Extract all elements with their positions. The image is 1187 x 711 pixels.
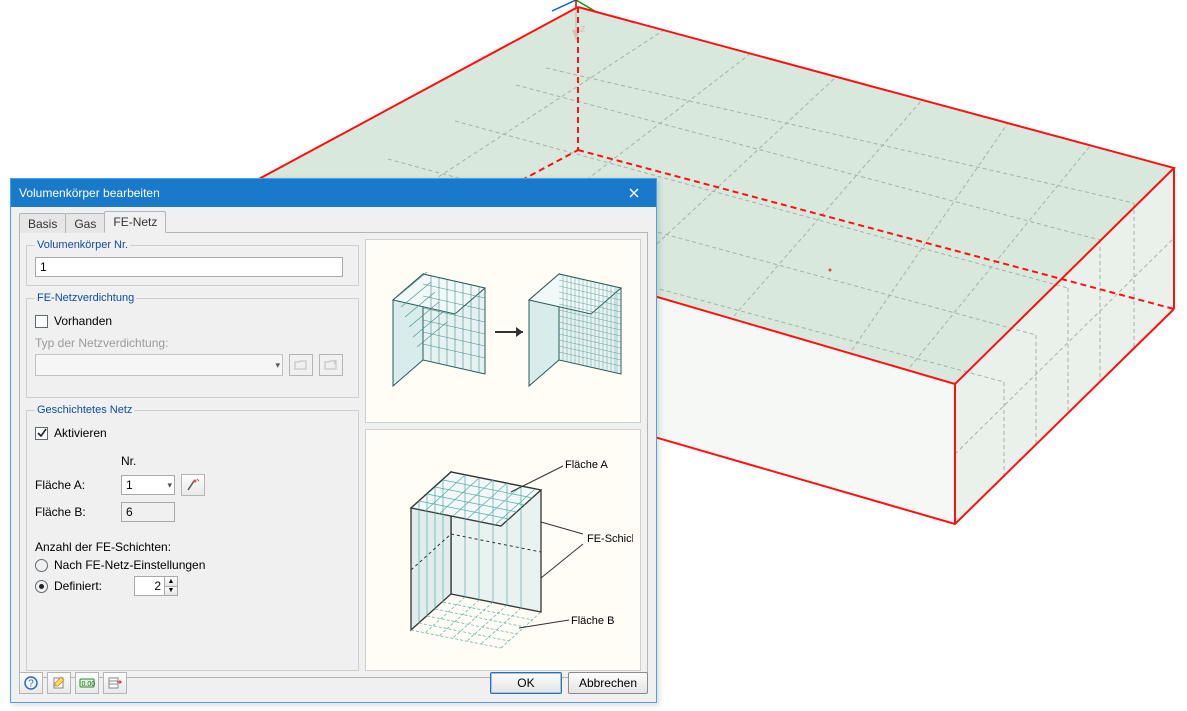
refinement-illustration-svg xyxy=(373,256,633,406)
face-b-label: Fläche B: xyxy=(35,505,121,519)
checkmark-icon xyxy=(37,428,47,438)
illustration-refinement xyxy=(365,239,641,423)
dialog-footer: ? 0.00 OK Abbrechen xyxy=(19,672,648,694)
help-button[interactable]: ? xyxy=(19,672,43,694)
note-edit-icon xyxy=(52,676,66,690)
folder-open-icon xyxy=(294,359,308,371)
layer-count-spinner[interactable]: ▲ ▼ xyxy=(134,576,178,596)
group-layered-mesh: Geschichtetes Netz Aktivieren Nr. Fläche… xyxy=(26,404,359,671)
units-icon: 0.00 xyxy=(79,676,95,690)
refinement-new-button xyxy=(319,354,343,376)
ok-button[interactable]: OK xyxy=(490,672,562,694)
group-solid-number-legend: Volumenkörper Nr. xyxy=(35,239,130,251)
export-table-icon xyxy=(108,676,122,690)
units-button[interactable]: 0.00 xyxy=(75,672,99,694)
tab-fe-netz[interactable]: FE-Netz xyxy=(104,211,166,233)
chevron-down-icon: ▾ xyxy=(275,360,280,371)
spinner-down-button[interactable]: ▼ xyxy=(164,586,178,597)
close-button[interactable] xyxy=(612,179,656,207)
tab-panel-fe-netz: Volumenkörper Nr. 1 FE-Netzverdichtung V… xyxy=(19,232,648,678)
face-a-select[interactable]: 1 ▾ xyxy=(121,475,175,495)
diagram-label-face-a: Fläche A xyxy=(565,459,608,471)
diagram-label-face-b: Fläche B xyxy=(571,615,614,627)
svg-text:0.00: 0.00 xyxy=(82,681,96,688)
chevron-down-icon: ▾ xyxy=(167,480,172,491)
refinement-open-button xyxy=(289,354,313,376)
dialog-titlebar[interactable]: Volumenkörper bearbeiten xyxy=(11,179,656,207)
help-icon: ? xyxy=(24,676,38,690)
illustration-layered: Fläche A FE-Schichten Fläche B xyxy=(365,429,641,671)
close-icon xyxy=(629,188,639,198)
radio-by-settings[interactable] xyxy=(35,559,48,572)
face-b-field: 6 xyxy=(121,502,175,522)
tab-bar: Basis Gas FE-Netz xyxy=(19,211,648,233)
diagram-label-fe-layers: FE-Schichten xyxy=(587,533,633,545)
dialog-title: Volumenkörper bearbeiten xyxy=(19,186,612,200)
group-mesh-refinement: FE-Netzverdichtung Vorhanden Typ der Net… xyxy=(26,292,359,398)
column-header-nr: Nr. xyxy=(121,454,175,468)
radio-by-settings-label: Nach FE-Netz-Einstellungen xyxy=(54,558,205,572)
folder-new-icon xyxy=(324,359,338,371)
note-button[interactable] xyxy=(47,672,71,694)
layer-count-input[interactable] xyxy=(134,576,164,596)
refinement-type-label: Typ der Netzverdichtung: xyxy=(35,336,350,350)
refinement-present-checkbox[interactable] xyxy=(35,315,48,328)
refinement-type-select: ▾ xyxy=(35,354,283,376)
spinner-up-button[interactable]: ▲ xyxy=(164,576,178,586)
edit-solid-dialog: Volumenkörper bearbeiten Basis Gas FE-Ne… xyxy=(10,178,657,703)
svg-text:?: ? xyxy=(28,679,34,690)
group-solid-number: Volumenkörper Nr. 1 xyxy=(26,239,359,286)
cancel-button[interactable]: Abbrechen xyxy=(568,672,648,694)
layered-illustration-svg: Fläche A FE-Schichten Fläche B xyxy=(373,430,633,670)
activate-layered-label: Aktivieren xyxy=(54,426,107,440)
refinement-present-label: Vorhanden xyxy=(54,314,112,328)
activate-layered-checkbox[interactable] xyxy=(35,427,48,440)
layer-count-label: Anzahl der FE-Schichten: xyxy=(35,540,350,554)
solid-number-field[interactable]: 1 xyxy=(35,257,343,277)
picker-icon xyxy=(186,478,200,492)
tab-basis[interactable]: Basis xyxy=(19,213,66,233)
face-a-pick-button[interactable] xyxy=(181,474,205,496)
tab-gas[interactable]: Gas xyxy=(65,213,105,233)
radio-defined-label: Definiert: xyxy=(54,579,128,593)
radio-defined[interactable] xyxy=(35,580,48,593)
face-a-label: Fläche A: xyxy=(35,478,121,492)
group-layered-mesh-legend: Geschichtetes Netz xyxy=(35,404,134,416)
export-button[interactable] xyxy=(103,672,127,694)
group-mesh-refinement-legend: FE-Netzverdichtung xyxy=(35,292,136,304)
